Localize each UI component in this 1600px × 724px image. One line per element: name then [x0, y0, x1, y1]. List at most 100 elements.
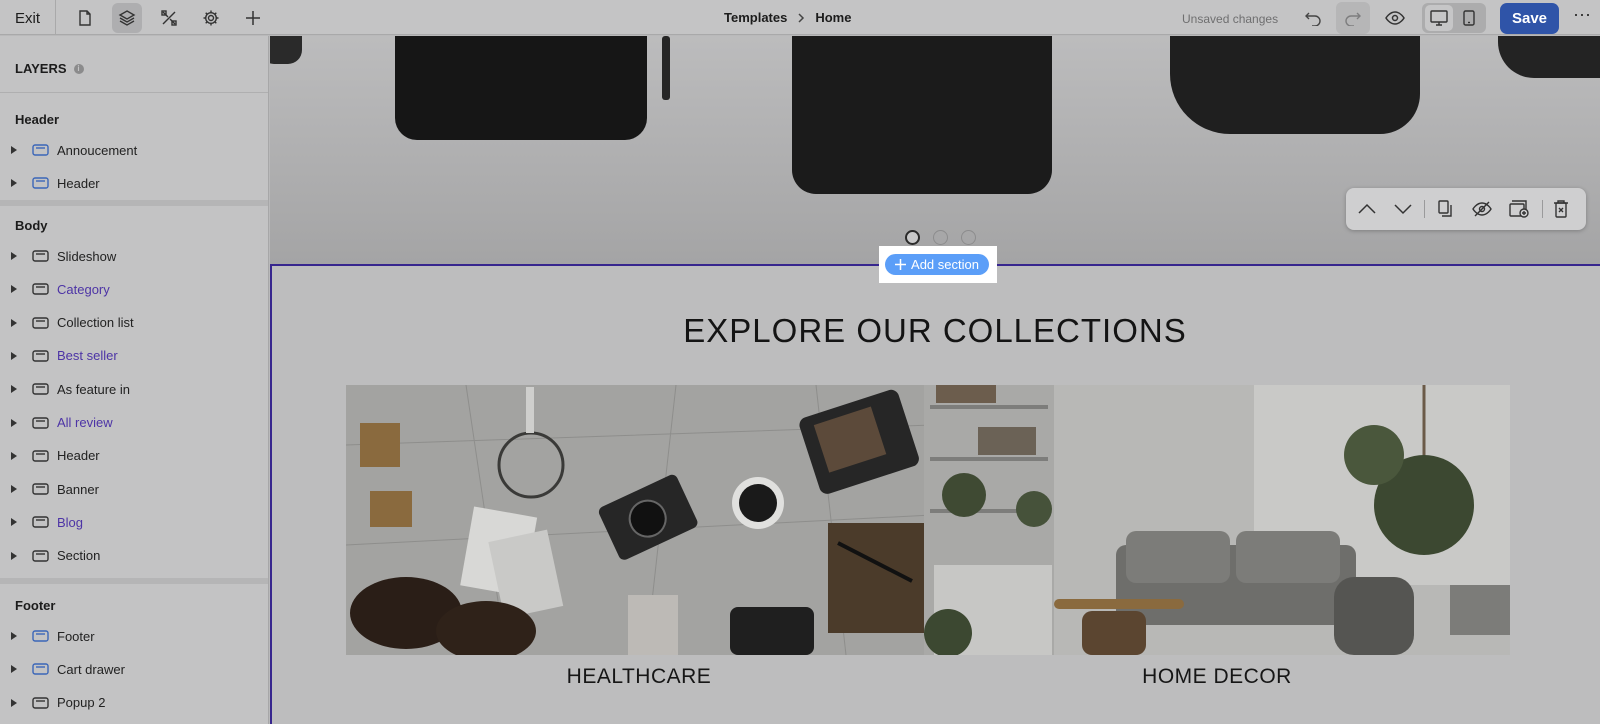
- expand-caret-icon[interactable]: [11, 418, 17, 427]
- pages-icon[interactable]: [70, 3, 100, 33]
- layer-item[interactable]: As feature in: [0, 377, 268, 401]
- backpack-image: [395, 36, 647, 140]
- desktop-icon: [1430, 10, 1448, 26]
- save-button[interactable]: Save: [1500, 3, 1559, 34]
- section-toolbar: [1346, 188, 1586, 230]
- chevron-right-icon: [798, 12, 805, 23]
- layer-item[interactable]: Blog: [0, 510, 268, 534]
- layer-item[interactable]: Slideshow: [0, 244, 268, 268]
- expand-caret-icon[interactable]: [11, 146, 17, 154]
- undo-button[interactable]: [1296, 2, 1330, 34]
- layer-label: Banner: [57, 481, 99, 497]
- status-text: Unsaved changes: [1182, 12, 1279, 26]
- layer-label: Collection list: [57, 315, 134, 331]
- breadcrumb-home: Home: [815, 10, 852, 25]
- layers-icon[interactable]: [112, 3, 142, 33]
- more-options-icon[interactable]: ⋯: [1573, 5, 1592, 26]
- layer-group-title: Header: [15, 112, 60, 127]
- add-icon[interactable]: [238, 3, 268, 33]
- expand-caret-icon[interactable]: [11, 551, 17, 560]
- layer-label: Header: [57, 448, 100, 464]
- info-icon[interactable]: i: [73, 63, 84, 74]
- add-block-icon[interactable]: [1506, 197, 1532, 221]
- layer-item[interactable]: Annoucement: [0, 138, 268, 162]
- move-down-icon[interactable]: [1390, 197, 1416, 221]
- device-switcher: [1422, 3, 1486, 33]
- mobile-icon: [1463, 10, 1475, 26]
- preview-button[interactable]: [1378, 2, 1412, 34]
- layer-group-title: Body: [15, 218, 48, 233]
- divider: [1424, 200, 1425, 218]
- expand-caret-icon[interactable]: [11, 318, 17, 327]
- expand-caret-icon[interactable]: [11, 518, 17, 527]
- layers-title: LAYERS: [15, 61, 67, 76]
- slideshow-dots: [905, 230, 976, 245]
- divider: [55, 0, 56, 35]
- redo-button[interactable]: [1336, 2, 1370, 34]
- expand-caret-icon[interactable]: [11, 665, 17, 674]
- slide-dot[interactable]: [933, 230, 948, 245]
- collection-label[interactable]: HEALTHCARE: [346, 665, 932, 689]
- exit-button[interactable]: Exit: [15, 10, 40, 27]
- layer-item[interactable]: Collection list: [0, 311, 268, 335]
- backpack-strap: [662, 36, 670, 100]
- layer-item[interactable]: Cart drawer: [0, 657, 268, 681]
- delete-icon[interactable]: [1548, 197, 1574, 221]
- layer-item[interactable]: Best seller: [0, 344, 268, 368]
- section-icon: [32, 549, 49, 563]
- expand-caret-icon[interactable]: [11, 632, 17, 640]
- desktop-view-button[interactable]: [1425, 5, 1453, 31]
- breadcrumb: Templates Home: [724, 10, 851, 25]
- section-icon: [32, 696, 49, 710]
- top-bar: Exit Templates Home Unsaved changes Save: [0, 0, 1600, 35]
- layer-group-title: Footer: [15, 598, 56, 613]
- slide-dot[interactable]: [905, 230, 920, 245]
- expand-caret-icon[interactable]: [11, 698, 17, 707]
- layer-item[interactable]: Banner: [0, 477, 268, 501]
- hide-icon[interactable]: [1469, 197, 1495, 221]
- layer-item[interactable]: Category: [0, 277, 268, 301]
- section-icon: [32, 515, 49, 529]
- group-divider: [0, 200, 268, 206]
- expand-caret-icon[interactable]: [11, 485, 17, 494]
- expand-caret-icon[interactable]: [11, 351, 17, 360]
- settings-icon[interactable]: [196, 3, 226, 33]
- layer-label: Header: [57, 175, 100, 191]
- editor-canvas[interactable]: Add section EXPLORE OUR COLLECTIONS HEAL…: [270, 36, 1600, 724]
- add-section-button[interactable]: Add section: [885, 254, 989, 275]
- section-icon: [32, 416, 49, 430]
- layer-item[interactable]: Header: [0, 444, 268, 468]
- expand-caret-icon[interactable]: [11, 451, 17, 460]
- section-icon: [32, 662, 49, 676]
- move-up-icon[interactable]: [1354, 197, 1380, 221]
- travel-flatlay-image: [346, 385, 932, 655]
- layer-item[interactable]: All review: [0, 411, 268, 435]
- section-icon: [32, 282, 49, 296]
- add-section-label: Add section: [911, 257, 979, 272]
- slideshow-section[interactable]: [270, 36, 1600, 265]
- layer-label: All review: [57, 415, 113, 430]
- expand-caret-icon[interactable]: [11, 252, 17, 260]
- layer-item[interactable]: Footer: [0, 624, 268, 648]
- collection-image-healthcare[interactable]: [346, 385, 932, 655]
- layer-item[interactable]: Header: [0, 171, 268, 195]
- slide-dot[interactable]: [961, 230, 976, 245]
- collection-label[interactable]: HOME DECOR: [924, 665, 1510, 689]
- collection-image-home-decor[interactable]: [924, 385, 1510, 655]
- section-icon: [32, 143, 49, 157]
- layer-item[interactable]: Popup 2: [0, 691, 268, 715]
- living-room-image: [924, 385, 1510, 655]
- expand-caret-icon[interactable]: [11, 179, 17, 188]
- layer-item[interactable]: Section: [0, 544, 268, 568]
- breadcrumb-templates[interactable]: Templates: [724, 10, 787, 25]
- duplicate-icon[interactable]: [1432, 197, 1458, 221]
- section-icon: [32, 482, 49, 496]
- expand-caret-icon[interactable]: [11, 385, 17, 394]
- expand-caret-icon[interactable]: [11, 285, 17, 294]
- layer-label: Blog: [57, 514, 84, 530]
- section-title: EXPLORE OUR COLLECTIONS: [683, 312, 1187, 349]
- section-icon: [32, 449, 49, 463]
- customize-icon[interactable]: [154, 3, 184, 33]
- mobile-view-button[interactable]: [1455, 5, 1483, 31]
- section-icon: [32, 316, 49, 330]
